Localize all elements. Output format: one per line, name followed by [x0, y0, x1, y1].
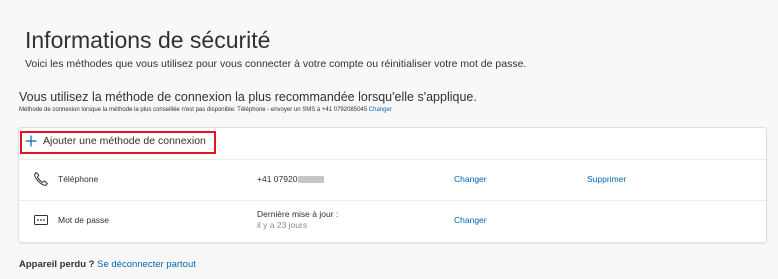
page-subtitle: Voici les méthodes que vous utilisez pou… [25, 58, 527, 70]
default-method-heading: Vous utilisez la méthode de connexion la… [19, 90, 477, 104]
add-method-label: Ajouter une méthode de connexion [43, 135, 206, 147]
method-detail: Dernière mise à jour : il y a 23 jours [257, 209, 338, 231]
password-change-link[interactable]: Changer [454, 215, 487, 225]
page-title: Informations de sécurité [25, 27, 271, 53]
lost-device-question: Appareil perdu ? [19, 259, 95, 270]
sign-out-everywhere-link[interactable]: Se déconnecter partout [97, 259, 196, 270]
method-row-password: Mot de passe Dernière mise à jour : il y… [19, 201, 766, 241]
methods-card: Ajouter une méthode de connexion Télépho… [18, 127, 767, 243]
add-method-button[interactable]: Ajouter une méthode de connexion [25, 135, 206, 147]
method-row-phone: Téléphone +41 07920 Changer Supprimer [19, 160, 766, 201]
default-method-detail: Méthode de connexion lorsque la méthode … [19, 106, 392, 114]
method-name: Mot de passe [58, 215, 110, 225]
plus-icon [25, 135, 37, 147]
lost-device-section: Appareil perdu ? Se déconnecter partout [19, 259, 196, 271]
default-method-detail-text: Méthode de connexion lorsque la méthode … [19, 107, 368, 113]
password-updated-ago: il y a 23 jours [257, 220, 308, 230]
default-method-change-link[interactable]: Changer [369, 107, 392, 113]
method-detail: +41 07920 [257, 174, 325, 184]
phone-icon [34, 172, 48, 186]
phone-change-link[interactable]: Changer [454, 174, 487, 184]
method-name: Téléphone [58, 174, 99, 184]
redacted-digits [298, 176, 325, 184]
add-method-row: Ajouter une méthode de connexion [19, 128, 766, 160]
password-icon [34, 215, 48, 225]
phone-number: +41 07920 [257, 174, 298, 184]
password-updated-label: Dernière mise à jour : [257, 209, 339, 219]
security-info-page: Informations de sécurité Voici les métho… [0, 0, 778, 279]
phone-delete-link[interactable]: Supprimer [587, 174, 626, 184]
